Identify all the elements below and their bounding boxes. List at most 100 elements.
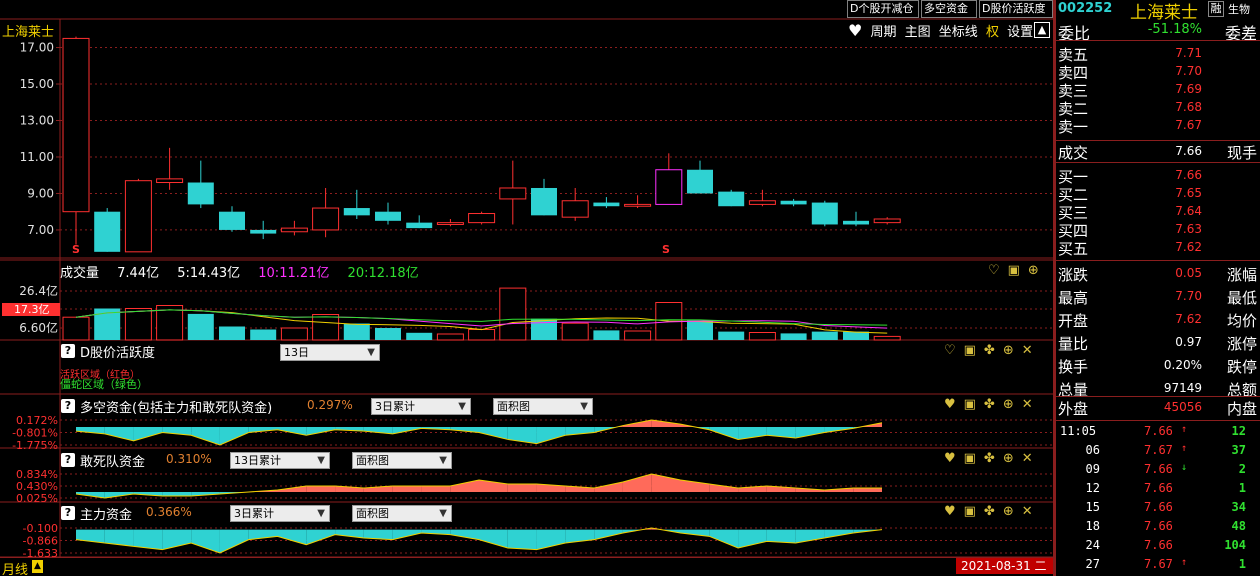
quote-header: 002252 上海莱士 融 生物 [1056, 0, 1260, 23]
tick-row: 11:05 7.66 ↑ 12 [1056, 424, 1260, 442]
stat-row-label: 最高 [1058, 289, 1089, 307]
grid-lines [0, 18, 1053, 561]
stat-row: 最高 7.70 最低 [1056, 287, 1260, 307]
price-tick-label: 9.00 [27, 186, 54, 200]
activity-panel-icons[interactable]: ♡▣✤⊕✕ [944, 344, 1041, 358]
tick-time: 11:05 [1060, 424, 1097, 438]
duokong-area [75, 419, 883, 446]
zhuli-value: 0.366% [146, 505, 192, 519]
help-icon-activity[interactable]: ? [61, 344, 75, 358]
candle-body [187, 182, 214, 205]
tick-price: 7.66 [1144, 519, 1173, 533]
candle-body [436, 222, 464, 225]
volume-bar [811, 331, 838, 340]
tick-volume: 1 [1238, 481, 1246, 495]
candle-body [624, 203, 652, 207]
tb-settings[interactable]: 设置 [1007, 25, 1033, 40]
candle-body [62, 37, 90, 213]
duokong-period-select[interactable]: 3日累计 ▼ [371, 398, 471, 415]
tb-right[interactable]: 权 [986, 25, 999, 40]
candle-body [94, 211, 121, 252]
heart-icon[interactable]: ♥ [848, 21, 862, 40]
duokong-area-segment [795, 426, 825, 439]
stat-row-value: 7.62 [1175, 312, 1202, 326]
tick-time: 27 [1085, 557, 1100, 571]
quote-separator [1056, 162, 1260, 163]
gansi-panel-icons[interactable]: ♥▣✤⊕✕ [944, 452, 1041, 466]
zhuli-area-segment [738, 529, 767, 548]
zhuli-area-segment [709, 529, 739, 548]
stat-row-label2: 涨幅 [1226, 266, 1257, 284]
duokong-area-segment [536, 426, 566, 444]
volume-bar [468, 329, 496, 341]
volume-bar [687, 320, 713, 340]
tick-price: 7.66 [1144, 424, 1173, 438]
candle-body [250, 229, 277, 234]
margin-badge[interactable]: 融 [1208, 1, 1224, 17]
volume-tick-label: 26.4亿 [19, 283, 58, 298]
stat-row-label2: 涨停 [1226, 335, 1257, 353]
zhuli-period-select[interactable]: 3日累计 ▼ [230, 505, 330, 522]
sector-badge[interactable]: 生物 [1228, 1, 1250, 17]
bottom-axis-bar [0, 557, 1056, 576]
volume-bar [624, 330, 652, 341]
gansi-period-select[interactable]: 13日累计 ▼ [230, 452, 330, 469]
cursor-date: 2021-08-31 二 [956, 558, 1054, 574]
stat-row-value: 0.97 [1175, 335, 1202, 349]
price-tick-label: 13.00 [20, 113, 54, 127]
candle-body [780, 200, 807, 205]
help-icon-zhuli[interactable]: ? [61, 506, 75, 520]
zhuli-style-select[interactable]: 面积图 ▼ [352, 505, 452, 522]
duokong-panel-icons[interactable]: ♥▣✤⊕✕ [944, 398, 1041, 412]
tick-price: 7.67 [1144, 557, 1173, 571]
period-up-icon[interactable]: ▲ [32, 560, 43, 573]
bid-level: 买一 7.66 [1056, 166, 1260, 186]
candle-body [687, 169, 713, 194]
zhuli-area-segment [450, 529, 479, 540]
btn-price-activity[interactable]: D股价活跃度 [979, 0, 1053, 18]
duokong-style-select[interactable]: 面积图 ▼ [493, 398, 593, 415]
zhuli-panel-icons[interactable]: ♥▣✤⊕✕ [944, 505, 1041, 519]
gansi-area-segment [709, 484, 739, 492]
help-icon-duokong[interactable]: ? [61, 399, 75, 413]
ask-level: 卖四 7.70 [1056, 62, 1260, 82]
candlestick-series [62, 36, 901, 253]
tick-time: 15 [1085, 500, 1100, 514]
tb-main[interactable]: 主图 [905, 25, 931, 40]
duokong-tick-label: -0.801% [12, 427, 58, 440]
volume-bar [343, 323, 370, 340]
candle-body [655, 169, 683, 205]
gansi-style-select[interactable]: 面积图 ▼ [352, 452, 452, 469]
bid-level-value: 7.64 [1175, 204, 1202, 218]
candle-body [811, 202, 838, 225]
stock-label: 上海莱士 [2, 25, 55, 40]
activity-select[interactable]: 13日 ▼ [280, 344, 380, 361]
activity-title: D股价活跃度 [80, 346, 156, 361]
candle-body [219, 211, 245, 230]
tb-period[interactable]: 周期 [870, 25, 896, 40]
tb-axis[interactable]: 坐标线 [939, 25, 978, 40]
volume-bar [718, 331, 745, 340]
up-arrow-icon[interactable]: ▲ [1034, 22, 1050, 38]
gansi-area-segment [622, 474, 652, 492]
btn-long-short-funds[interactable]: 多空资金 [921, 0, 977, 18]
ask-level: 卖五 7.71 [1056, 44, 1260, 64]
tick-volume: 48 [1231, 519, 1246, 533]
weibi-value: -51.18% [1147, 22, 1202, 37]
gansi-area-segment [450, 480, 479, 492]
gansi-area-segment [421, 486, 451, 492]
zhuli-area-segment [306, 529, 336, 545]
stat-row-label: 开盘 [1058, 312, 1089, 330]
help-icon-gansi[interactable]: ? [61, 453, 75, 467]
volume-current: 7.44亿 [117, 266, 160, 281]
volume-panel-icons[interactable]: ♡▣⊕ [988, 263, 1047, 278]
gansi-area-segment [507, 484, 537, 492]
volume-bar [280, 327, 308, 341]
stat-row: 换手 0.20% 跌停 [1056, 356, 1260, 376]
bid-level: 买五 7.62 [1056, 238, 1260, 258]
btn-stock-position[interactable]: D个股开减仓 [847, 0, 919, 18]
period-label[interactable]: 月线 [2, 559, 28, 576]
tick-row: 24 7.66 104 [1056, 538, 1260, 556]
tick-volume: 1 [1238, 557, 1246, 571]
bid-level-value: 7.65 [1175, 186, 1202, 200]
